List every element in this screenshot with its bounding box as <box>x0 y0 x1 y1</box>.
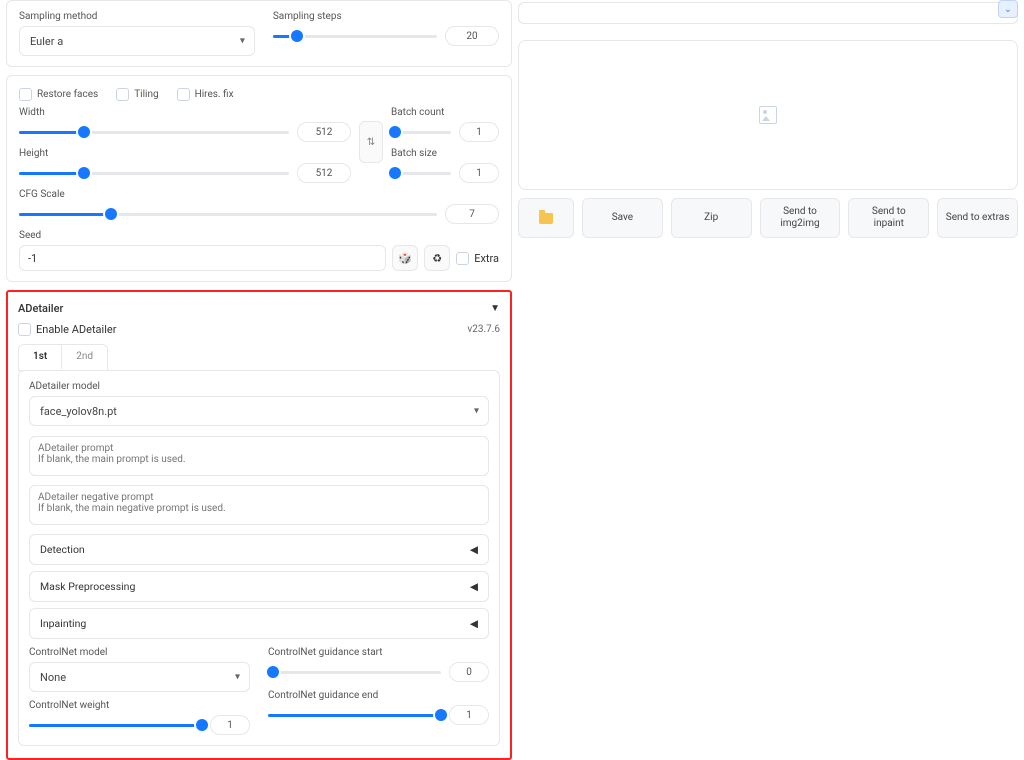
cn-weight-value[interactable]: 1 <box>210 715 250 735</box>
seed-input[interactable] <box>19 245 386 271</box>
adetailer-highlight-box: ADetailer ▼ Enable ADetailer v23.7.6 1st… <box>6 290 512 760</box>
width-label: Width <box>19 107 351 118</box>
sampling-method-select[interactable]: Euler a <box>19 26 255 56</box>
send-to-img2img-button[interactable]: Send to img2img <box>760 198 841 238</box>
cfg-scale-label: CFG Scale <box>19 189 499 200</box>
caret-left-icon: ◀ <box>470 580 478 593</box>
batch-size-label: Batch size <box>391 148 499 159</box>
params-card: Restore faces Tiling Hires. fix Width 51… <box>6 75 512 282</box>
height-label: Height <box>19 148 351 159</box>
top-right-card <box>518 2 1018 24</box>
width-slider[interactable] <box>19 125 289 139</box>
save-button[interactable]: Save <box>582 198 663 238</box>
detection-accordion[interactable]: Detection◀ <box>29 534 489 565</box>
caret-left-icon: ◀ <box>470 543 478 556</box>
open-folder-button[interactable] <box>518 198 574 238</box>
hires-fix-checkbox[interactable]: Hires. fix <box>177 88 234 101</box>
cn-model-label: ControlNet model <box>29 647 250 658</box>
folder-icon <box>539 213 553 224</box>
restore-faces-checkbox[interactable]: Restore faces <box>19 88 98 101</box>
batch-size-value[interactable]: 1 <box>459 163 499 183</box>
cn-gend-label: ControlNet guidance end <box>268 690 489 701</box>
sampling-steps-label: Sampling steps <box>273 11 499 22</box>
cn-gend-value[interactable]: 1 <box>449 705 489 725</box>
image-placeholder-icon <box>759 106 777 124</box>
mask-preprocessing-accordion[interactable]: Mask Preprocessing◀ <box>29 571 489 602</box>
top-right-info-button[interactable]: ⌄ <box>998 0 1018 18</box>
caret-left-icon: ◀ <box>470 617 478 630</box>
send-to-inpaint-button[interactable]: Send to inpaint <box>848 198 929 238</box>
cfg-scale-slider[interactable] <box>19 207 437 221</box>
cn-model-select[interactable]: None <box>29 662 250 692</box>
cn-gend-slider[interactable] <box>268 708 441 722</box>
adetailer-negative-prompt-textarea[interactable] <box>29 485 489 525</box>
height-slider[interactable] <box>19 166 289 180</box>
batch-count-value[interactable]: 1 <box>459 122 499 142</box>
sampling-steps-value[interactable]: 20 <box>445 26 499 46</box>
adetailer-version: v23.7.6 <box>467 324 500 335</box>
seed-label: Seed <box>19 230 499 241</box>
adetailer-tab-1st[interactable]: 1st <box>19 345 62 370</box>
adetailer-tab-2nd[interactable]: 2nd <box>62 345 107 370</box>
cn-weight-label: ControlNet weight <box>29 700 250 711</box>
tiling-checkbox[interactable]: Tiling <box>116 88 158 101</box>
adetailer-collapse-caret[interactable]: ▼ <box>490 303 500 314</box>
adetailer-prompt-textarea[interactable] <box>29 436 489 476</box>
width-value[interactable]: 512 <box>297 122 351 142</box>
cn-gstart-label: ControlNet guidance start <box>268 647 489 658</box>
height-value[interactable]: 512 <box>297 163 351 183</box>
sampling-steps-slider[interactable] <box>273 29 437 43</box>
inpainting-accordion[interactable]: Inpainting◀ <box>29 608 489 639</box>
sampling-method-label: Sampling method <box>19 11 255 22</box>
zip-button[interactable]: Zip <box>671 198 752 238</box>
batch-size-slider[interactable] <box>391 166 451 180</box>
cn-weight-slider[interactable] <box>29 718 202 732</box>
seed-recycle-button[interactable]: ♻ <box>424 245 450 271</box>
output-preview <box>518 40 1018 190</box>
sampling-card: Sampling method Euler a Sampling steps 2… <box>6 0 512 67</box>
batch-count-slider[interactable] <box>391 125 451 139</box>
send-to-extras-button[interactable]: Send to extras <box>937 198 1018 238</box>
adetailer-model-select[interactable]: face_yolov8n.pt <box>29 396 489 426</box>
adetailer-title: ADetailer <box>18 302 63 315</box>
cfg-scale-value[interactable]: 7 <box>445 204 499 224</box>
enable-adetailer-checkbox[interactable]: Enable ADetailer <box>18 323 116 336</box>
dimensions-swap-button[interactable]: ⇅ <box>359 121 383 163</box>
cn-gstart-value[interactable]: 0 <box>449 662 489 682</box>
adetailer-model-label: ADetailer model <box>29 381 489 392</box>
seed-random-button[interactable]: 🎲 <box>392 245 418 271</box>
seed-extra-checkbox[interactable]: Extra <box>456 252 499 265</box>
cn-gstart-slider[interactable] <box>268 665 441 679</box>
batch-count-label: Batch count <box>391 107 499 118</box>
